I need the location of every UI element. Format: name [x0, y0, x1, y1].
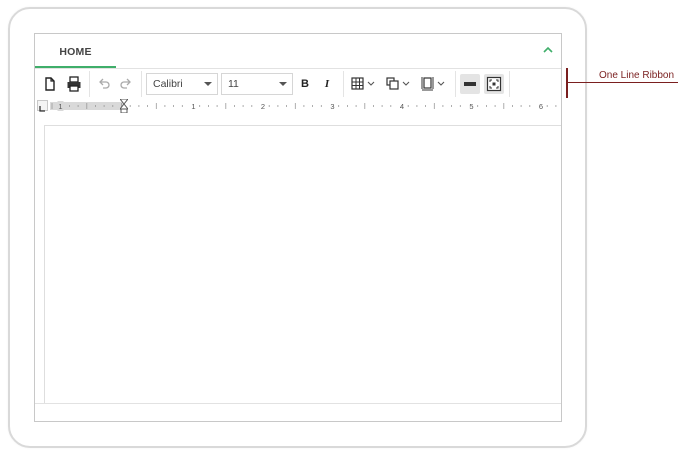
fullscreen-icon	[484, 76, 504, 98]
redo-icon	[117, 78, 135, 98]
show-ruler-toggle[interactable]	[460, 74, 480, 94]
document-editor: HOME Calibri 11 B I 1 1 2 3 4 5 6	[34, 33, 562, 422]
font-size-combo[interactable]: 11	[221, 73, 293, 95]
font-name-value: Calibri	[153, 78, 183, 90]
indent-marker-icon[interactable]	[118, 98, 130, 118]
ruler-number: 6	[539, 102, 543, 111]
print-icon	[64, 76, 84, 98]
separator	[509, 71, 510, 97]
horizontal-ruler-row: 1 1 2 3 4 5 6	[35, 98, 561, 114]
page-layout-button[interactable]	[419, 74, 449, 94]
ribbon-tab-bar: HOME	[35, 34, 561, 69]
ruler-number: 5	[469, 102, 473, 111]
tab-stop-selector[interactable]	[37, 100, 48, 112]
ruler-toggle-icon	[460, 81, 480, 98]
document-page[interactable]	[44, 125, 561, 404]
insert-table-button[interactable]	[349, 74, 379, 94]
separator	[455, 71, 456, 97]
status-bar	[35, 403, 561, 421]
font-size-value: 11	[228, 78, 239, 90]
chevron-down-icon	[204, 82, 212, 86]
redo-button[interactable]	[117, 74, 135, 94]
table-icon	[349, 77, 379, 98]
callout-bracket	[566, 68, 568, 98]
ruler-number: 4	[400, 102, 404, 111]
separator	[89, 71, 90, 97]
fullscreen-toggle[interactable]	[484, 74, 504, 94]
horizontal-ruler[interactable]: 1 1 2 3 4 5 6	[50, 98, 561, 114]
one-line-ribbon: Calibri 11 B I	[35, 69, 561, 99]
callout-label: One Line Ribbon	[599, 70, 675, 81]
chevron-down-icon	[279, 82, 287, 86]
undo-button[interactable]	[95, 74, 113, 94]
page-layout-icon	[419, 77, 449, 98]
separator	[343, 71, 344, 97]
ruler-number: 3	[330, 102, 334, 111]
new-document-button[interactable]	[41, 74, 59, 94]
new-document-icon	[41, 77, 59, 98]
tab-home[interactable]: HOME	[35, 34, 116, 68]
collapse-ribbon-icon[interactable]	[541, 43, 555, 57]
italic-button[interactable]: I	[319, 74, 335, 94]
bold-button[interactable]: B	[297, 74, 313, 94]
font-name-combo[interactable]: Calibri	[146, 73, 218, 95]
ruler-number: 2	[261, 102, 265, 111]
insert-picture-button[interactable]	[384, 74, 414, 94]
print-button[interactable]	[64, 74, 84, 94]
undo-icon	[95, 78, 113, 98]
ruler-number: 1	[191, 102, 195, 111]
callout-underline	[568, 82, 678, 83]
picture-icon	[384, 77, 414, 98]
separator	[141, 71, 142, 97]
ruler-number: 1	[58, 102, 62, 111]
